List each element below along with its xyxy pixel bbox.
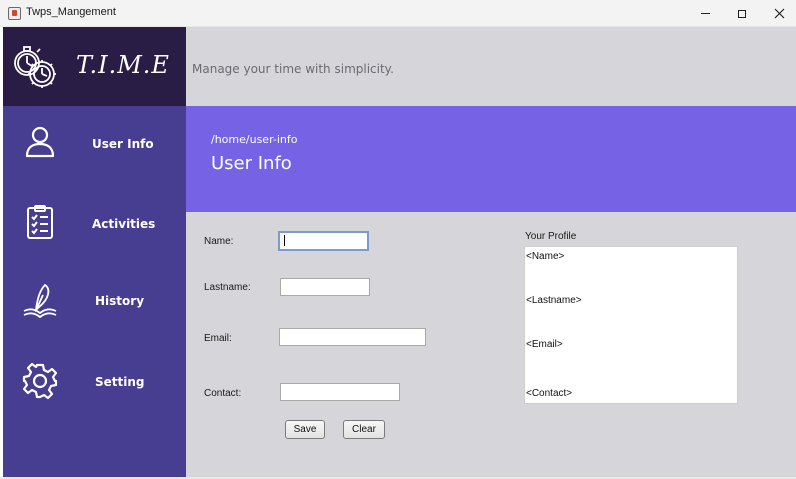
- sidebar-item-label: User Info: [92, 137, 154, 151]
- contact-input[interactable]: [280, 383, 400, 401]
- page-banner: /home/user-info User Info: [186, 106, 796, 212]
- minimize-icon[interactable]: [687, 0, 723, 27]
- sidebar-item-label: Setting: [95, 375, 145, 389]
- sidebar-item-user-info[interactable]: User Info: [3, 112, 186, 172]
- sidebar-item-activities[interactable]: Activities: [3, 192, 186, 252]
- profile-lastname: <Lastname>: [526, 295, 582, 306]
- sidebar-item-history[interactable]: History: [3, 269, 186, 329]
- email-input[interactable]: [279, 328, 426, 346]
- title-bar: Twps_Mangement: [0, 0, 796, 27]
- sidebar: T.I.M.E User Info Activities History Set…: [3, 27, 186, 477]
- user-info-form: Name: Lastname: Email: Contact: Save Cle…: [186, 212, 796, 477]
- sidebar-item-setting[interactable]: Setting: [3, 350, 186, 410]
- logo-text: T.I.M.E: [76, 51, 170, 79]
- logo-area: T.I.M.E: [3, 27, 186, 106]
- profile-name: <Name>: [526, 251, 565, 262]
- header: Manage your time with simplicity.: [186, 27, 796, 106]
- sidebar-item-label: History: [95, 294, 145, 308]
- close-icon[interactable]: [761, 0, 796, 27]
- java-app-icon: [8, 7, 21, 20]
- profile-textarea[interactable]: <Name> <Lastname> <Email> <Contact>: [524, 246, 738, 404]
- sidebar-item-label: Activities: [92, 217, 156, 231]
- lastname-label: Lastname:: [204, 282, 251, 293]
- email-label: Email:: [204, 333, 232, 344]
- name-label: Name:: [204, 236, 234, 247]
- clear-button[interactable]: Clear: [343, 420, 385, 439]
- quill-book-icon: [23, 283, 57, 319]
- tagline: Manage your time with simplicity.: [192, 62, 394, 76]
- save-button[interactable]: Save: [285, 420, 325, 439]
- breadcrumb: /home/user-info: [211, 133, 298, 146]
- profile-title: Your Profile: [525, 231, 577, 242]
- maximize-icon[interactable]: [724, 0, 760, 27]
- window-title: Twps_Mangement: [26, 6, 116, 18]
- lastname-input[interactable]: [280, 278, 370, 296]
- gear-icon: [22, 362, 58, 400]
- user-icon: [25, 126, 55, 158]
- profile-contact: <Contact>: [526, 388, 573, 399]
- page-title: User Info: [211, 153, 292, 174]
- contact-label: Contact:: [204, 388, 242, 399]
- stopwatch-gear-icon: [14, 46, 56, 88]
- clipboard-checklist-icon: [27, 205, 53, 239]
- text-caret: [284, 235, 285, 246]
- name-input[interactable]: [278, 231, 369, 251]
- profile-email: <Email>: [526, 339, 563, 350]
